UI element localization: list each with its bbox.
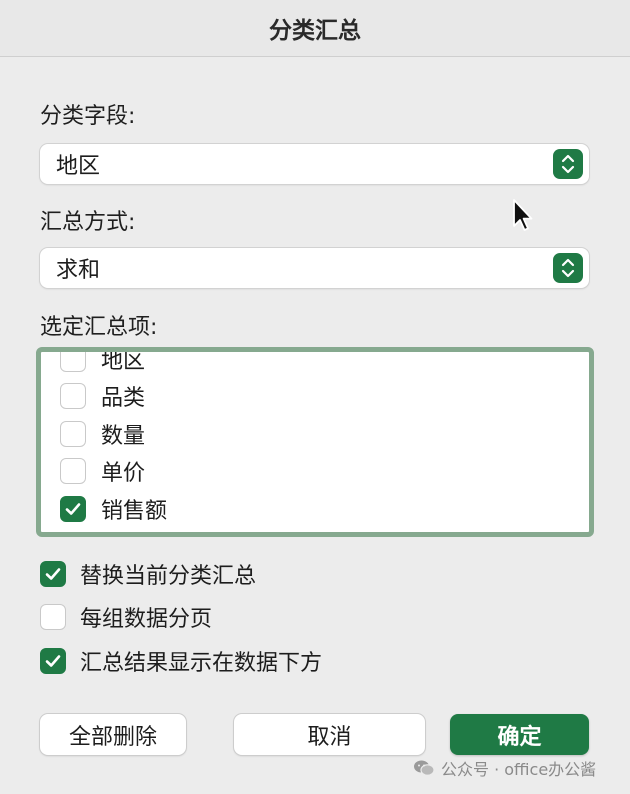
list-item[interactable]: 品类 [41, 378, 589, 416]
list-item[interactable]: 销售额 [41, 490, 589, 528]
list-item-label: 地区 [101, 348, 146, 374]
checkbox[interactable] [60, 383, 86, 410]
list-item-label: 销售额 [101, 498, 168, 524]
list-item-label: 品类 [101, 386, 146, 412]
subtotal-items-list[interactable]: 地区 品类 数量 单价 销售额 [36, 347, 594, 537]
watermark-text: 公众号 · office办公酱 [441, 760, 597, 779]
cancel-button[interactable]: 取消 [234, 714, 425, 755]
group-by-value: 地区 [56, 154, 101, 179]
checkbox[interactable] [40, 648, 66, 674]
list-item-label: 单价 [101, 461, 146, 487]
group-by-popup[interactable]: 地区 [40, 144, 589, 184]
list-item[interactable]: 数量 [41, 415, 589, 453]
mouse-pointer-icon [513, 199, 533, 231]
ok-button[interactable]: 确定 [450, 714, 589, 755]
wechat-icon [414, 760, 435, 776]
checkbox[interactable] [60, 352, 86, 372]
list-item[interactable]: 地区 [41, 348, 589, 378]
watermark: 公众号 · office办公酱 [413, 756, 596, 780]
option-label: 替换当前分类汇总 [80, 564, 257, 589]
subtotal-items-label: 选定汇总项: [40, 315, 158, 340]
page-break-option[interactable]: 每组数据分页 [40, 601, 212, 633]
up-down-chevron-icon [553, 149, 583, 179]
checkmark-icon [45, 568, 61, 580]
function-label: 汇总方式: [40, 210, 136, 235]
up-down-chevron-icon [553, 253, 583, 283]
dialog-title: 分类汇总 [269, 18, 361, 44]
function-popup[interactable]: 求和 [40, 248, 589, 288]
checkmark-icon [45, 655, 61, 667]
checkmark-icon [65, 502, 81, 515]
remove-all-button[interactable]: 全部删除 [40, 714, 186, 755]
group-by-label: 分类字段: [40, 104, 136, 129]
checkbox[interactable] [40, 561, 66, 587]
checkbox[interactable] [40, 604, 66, 630]
list-item[interactable]: 单价 [41, 453, 589, 491]
option-label: 每组数据分页 [80, 607, 213, 632]
function-value: 求和 [56, 258, 101, 283]
dialog-title-bar: 分类汇总 [0, 0, 630, 57]
checkbox[interactable] [60, 495, 86, 522]
option-label: 汇总结果显示在数据下方 [80, 651, 323, 676]
checkbox[interactable] [60, 420, 86, 447]
list-item-label: 数量 [101, 423, 146, 449]
checkbox[interactable] [60, 458, 86, 485]
summary-below-data-option[interactable]: 汇总结果显示在数据下方 [40, 645, 322, 677]
replace-current-subtotals-option[interactable]: 替换当前分类汇总 [40, 558, 256, 590]
